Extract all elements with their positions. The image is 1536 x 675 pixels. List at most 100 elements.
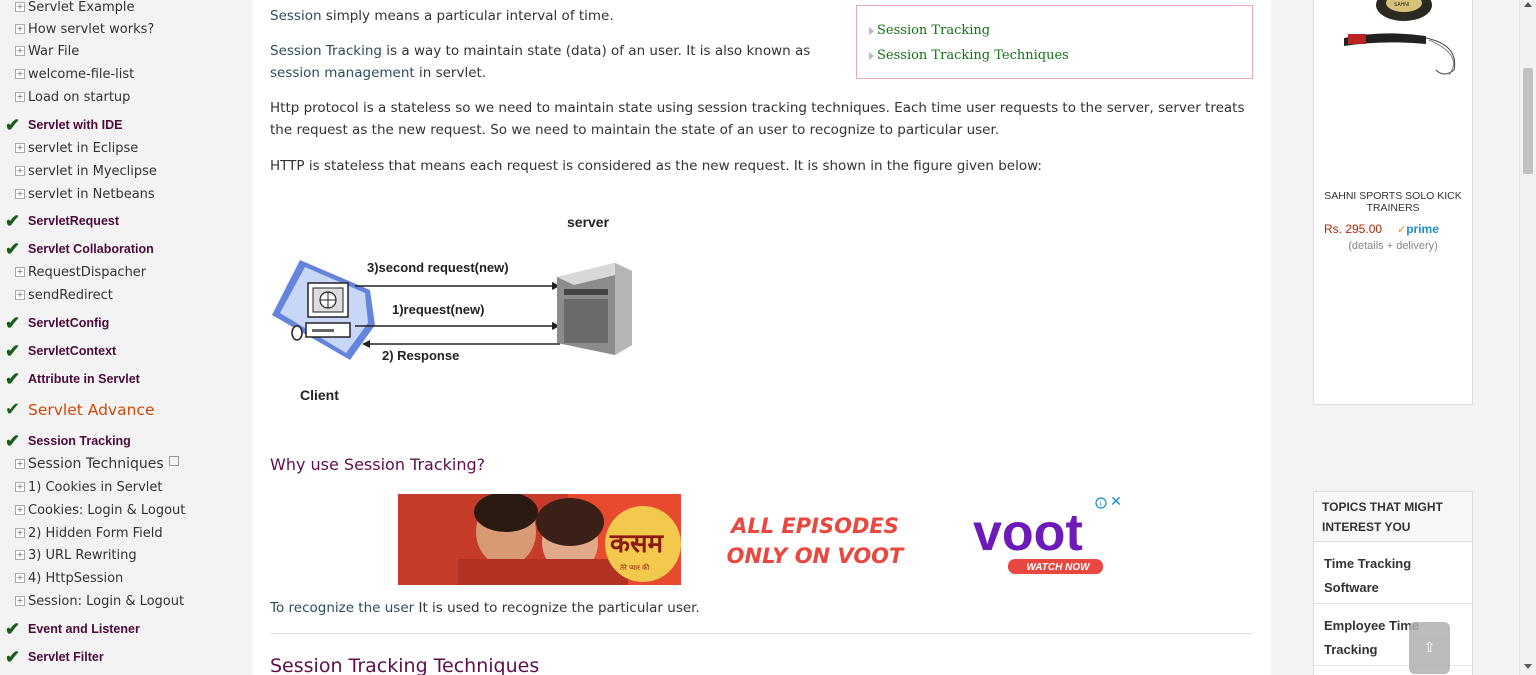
label-response: 2) Response bbox=[382, 348, 459, 363]
paragraph-http-stateless: Http protocol is a stateless so we need … bbox=[270, 100, 1245, 138]
expand-box-icon: + bbox=[15, 24, 25, 34]
sidebar-item-label: How servlet works? bbox=[28, 21, 155, 37]
ad-tagline-line1: ALL EPISODES bbox=[729, 514, 899, 538]
label-request: 1)request(new) bbox=[392, 302, 484, 317]
sidebar-item-label: 4) HttpSession bbox=[28, 570, 124, 586]
expand-box-icon: + bbox=[15, 166, 25, 176]
expand-box-icon: + bbox=[15, 143, 25, 153]
sidebar-item-label: ServletRequest bbox=[28, 214, 120, 228]
sidebar-item-label: Servlet Example bbox=[28, 0, 135, 15]
sidebar-item-4-httpsession[interactable]: +4) HttpSession bbox=[0, 567, 253, 589]
sidebar-item-servletconfig[interactable]: ✔ ServletConfig bbox=[0, 312, 253, 334]
sidebar-item-session-tracking[interactable]: ✔ Session Tracking bbox=[0, 430, 253, 452]
sidebar-item-servlet-with-ide[interactable]: ✔ Servlet with IDE bbox=[0, 114, 253, 136]
svg-text:i: i bbox=[1100, 500, 1102, 508]
sidebar-item-session-techniques[interactable]: + Session Techniques bbox=[0, 453, 253, 475]
checkmark-icon: ✔ bbox=[5, 399, 21, 420]
sidebar-item-label: servlet in Netbeans bbox=[28, 186, 155, 202]
sidebar-item-cookies-login-logout[interactable]: + Cookies: Login & Logout bbox=[0, 499, 253, 521]
topics-heading: TOPICS THAT MIGHT INTEREST YOU bbox=[1314, 492, 1472, 542]
sidebar-item-label: Servlet Advance bbox=[28, 401, 155, 419]
bullet-arrow-icon bbox=[869, 26, 874, 35]
expand-box-icon: + bbox=[15, 69, 25, 79]
sidebar-item-label: sendRedirect bbox=[28, 287, 113, 303]
prime-check-icon: ✓ bbox=[1397, 224, 1407, 236]
product-image: SAHNI bbox=[1344, 0, 1456, 76]
sidebar-item-servlet-example[interactable]: + Servlet Example bbox=[0, 0, 253, 18]
sidebar-item-label: Session Tracking bbox=[28, 434, 131, 448]
sidebar-item-requestdispacher[interactable]: + RequestDispacher bbox=[0, 261, 253, 283]
sidebar-item-label: War File bbox=[28, 43, 80, 59]
product-details-link[interactable]: (details + delivery) bbox=[1314, 240, 1472, 252]
sidebar-item-servletcontext[interactable]: ✔ ServletContext bbox=[0, 340, 253, 362]
sidebar-item-label: servlet in Myeclipse bbox=[28, 163, 157, 179]
sidebar-item-label: Cookies: Login & Logout bbox=[28, 502, 186, 518]
expand-box-icon: + bbox=[15, 505, 25, 515]
product-name[interactable]: SAHNI SPORTS SOLO KICK TRAINERS bbox=[1314, 190, 1472, 214]
scroll-down-arrow-icon[interactable] bbox=[1524, 664, 1532, 669]
expand-box-icon: + bbox=[15, 46, 25, 56]
ad-show-subtitle: तेरे प्यार की bbox=[620, 563, 650, 572]
scroll-to-top-button[interactable]: ⇧ bbox=[1409, 622, 1450, 674]
sidebar-item-servlet-filter[interactable]: ✔ Servlet Filter bbox=[0, 646, 253, 668]
paragraph-recognize-user: To recognize the user It is used to reco… bbox=[270, 600, 700, 616]
scrollbar-thumb[interactable] bbox=[1523, 68, 1533, 174]
sidebar-item-2-hidden-form-field[interactable]: +2) Hidden Form Field bbox=[0, 522, 253, 544]
sidebar-item-load-on-startup[interactable]: + Load on startup bbox=[0, 86, 253, 108]
expand-box-icon: + bbox=[15, 2, 25, 12]
sidebar-item-label: Event and Listener bbox=[28, 622, 140, 636]
heading-why-session-tracking: Why use Session Tracking? bbox=[270, 455, 486, 474]
client-label: Client bbox=[300, 387, 339, 403]
sidebar-item-servlet-in-myeclipse[interactable]: + servlet in Myeclipse bbox=[0, 160, 253, 182]
svg-text:SAHNI: SAHNI bbox=[1394, 2, 1409, 8]
sidebar-item-servlet-in-eclipse[interactable]: + servlet in Eclipse bbox=[0, 137, 253, 159]
sidebar-item-welcome-file-list[interactable]: + welcome-file-list bbox=[0, 63, 253, 85]
toc-link-session-tracking[interactable]: Session Tracking bbox=[869, 18, 1240, 43]
sidebar-item-label: Servlet Filter bbox=[28, 650, 104, 664]
sidebar-item-label: 1) Cookies in Servlet bbox=[28, 479, 163, 495]
server-label: server bbox=[567, 214, 610, 230]
sidebar-item-servletrequest[interactable]: ✔ ServletRequest bbox=[0, 210, 253, 232]
sidebar-item-event-and-listener[interactable]: ✔ Event and Listener bbox=[0, 618, 253, 640]
product-ad-card[interactable]: SAHNI SAHNI SPORTS SOLO KICK TRAINERS Rs… bbox=[1313, 0, 1473, 405]
section-divider bbox=[270, 633, 1253, 634]
external-link-icon bbox=[168, 456, 179, 466]
sidebar-item-1-cookies-in-servlet[interactable]: +1) Cookies in Servlet bbox=[0, 476, 253, 498]
right-sidebar: SAHNI SAHNI SPORTS SOLO KICK TRAINERS Rs… bbox=[1271, 0, 1519, 675]
toc-link-session-tracking-techniques[interactable]: Session Tracking Techniques bbox=[869, 43, 1240, 68]
scroll-up-arrow-icon[interactable] bbox=[1524, 2, 1532, 7]
checkmark-icon: ✔ bbox=[5, 115, 21, 135]
checkmark-icon: ✔ bbox=[5, 619, 21, 639]
sidebar-item-session-login-logout[interactable]: + Session: Login & Logout bbox=[0, 590, 253, 612]
expand-box-icon: + bbox=[15, 596, 25, 606]
sidebar-item-label: 2) Hidden Form Field bbox=[28, 525, 163, 541]
ad-close-icon[interactable]: ✕ bbox=[1108, 494, 1124, 510]
sidebar-item-3-url-rewriting[interactable]: +3) URL Rewriting bbox=[0, 544, 253, 566]
sidebar-item-servlet-collaboration[interactable]: ✔ Servlet Collaboration bbox=[0, 238, 253, 260]
paragraph-http-figure-intro: HTTP is stateless that means each reques… bbox=[270, 158, 1042, 174]
topic-link[interactable]: Time Tracking Software bbox=[1314, 542, 1472, 604]
sidebar-item-war-file[interactable]: + War File bbox=[0, 40, 253, 62]
main-content: Session simply means a particular interv… bbox=[253, 0, 1271, 675]
expand-box-icon: + bbox=[15, 459, 25, 469]
sidebar-item-sendredirect[interactable]: + sendRedirect bbox=[0, 284, 253, 306]
sidebar-item-label: Session: Login & Logout bbox=[28, 593, 185, 609]
sidebar-item-label: Attribute in Servlet bbox=[28, 372, 140, 386]
sidebar-item-label: welcome-file-list bbox=[28, 66, 135, 82]
product-price: Rs. 295.00 bbox=[1324, 222, 1383, 236]
sidebar-item-label: 3) URL Rewriting bbox=[28, 547, 137, 563]
keyword-session: Session bbox=[270, 8, 322, 24]
checkmark-icon: ✔ bbox=[5, 239, 21, 259]
sidebar-item-how-servlet-works[interactable]: + How servlet works? bbox=[0, 18, 253, 40]
ad-show-title: कसम bbox=[609, 529, 665, 559]
sidebar-item-attribute-in-servlet[interactable]: ✔ Attribute in Servlet bbox=[0, 368, 253, 390]
expand-box-icon: + bbox=[15, 573, 25, 583]
sidebar-item-label: RequestDispacher bbox=[28, 264, 147, 280]
sidebar-item-servlet-in-netbeans[interactable]: + servlet in Netbeans bbox=[0, 183, 253, 205]
label-second-request: 3)second request(new) bbox=[367, 260, 509, 275]
checkmark-icon: ✔ bbox=[5, 647, 21, 667]
sidebar-item-label: ServletConfig bbox=[28, 316, 110, 330]
sidebar-item-servlet-advance[interactable]: ✔ Servlet Advance bbox=[0, 399, 253, 421]
page-scrollbar[interactable] bbox=[1519, 0, 1536, 675]
advertisement-banner[interactable]: कसम तेरे प्यार की ALL EPISODES ONLY ON V… bbox=[398, 494, 1108, 585]
